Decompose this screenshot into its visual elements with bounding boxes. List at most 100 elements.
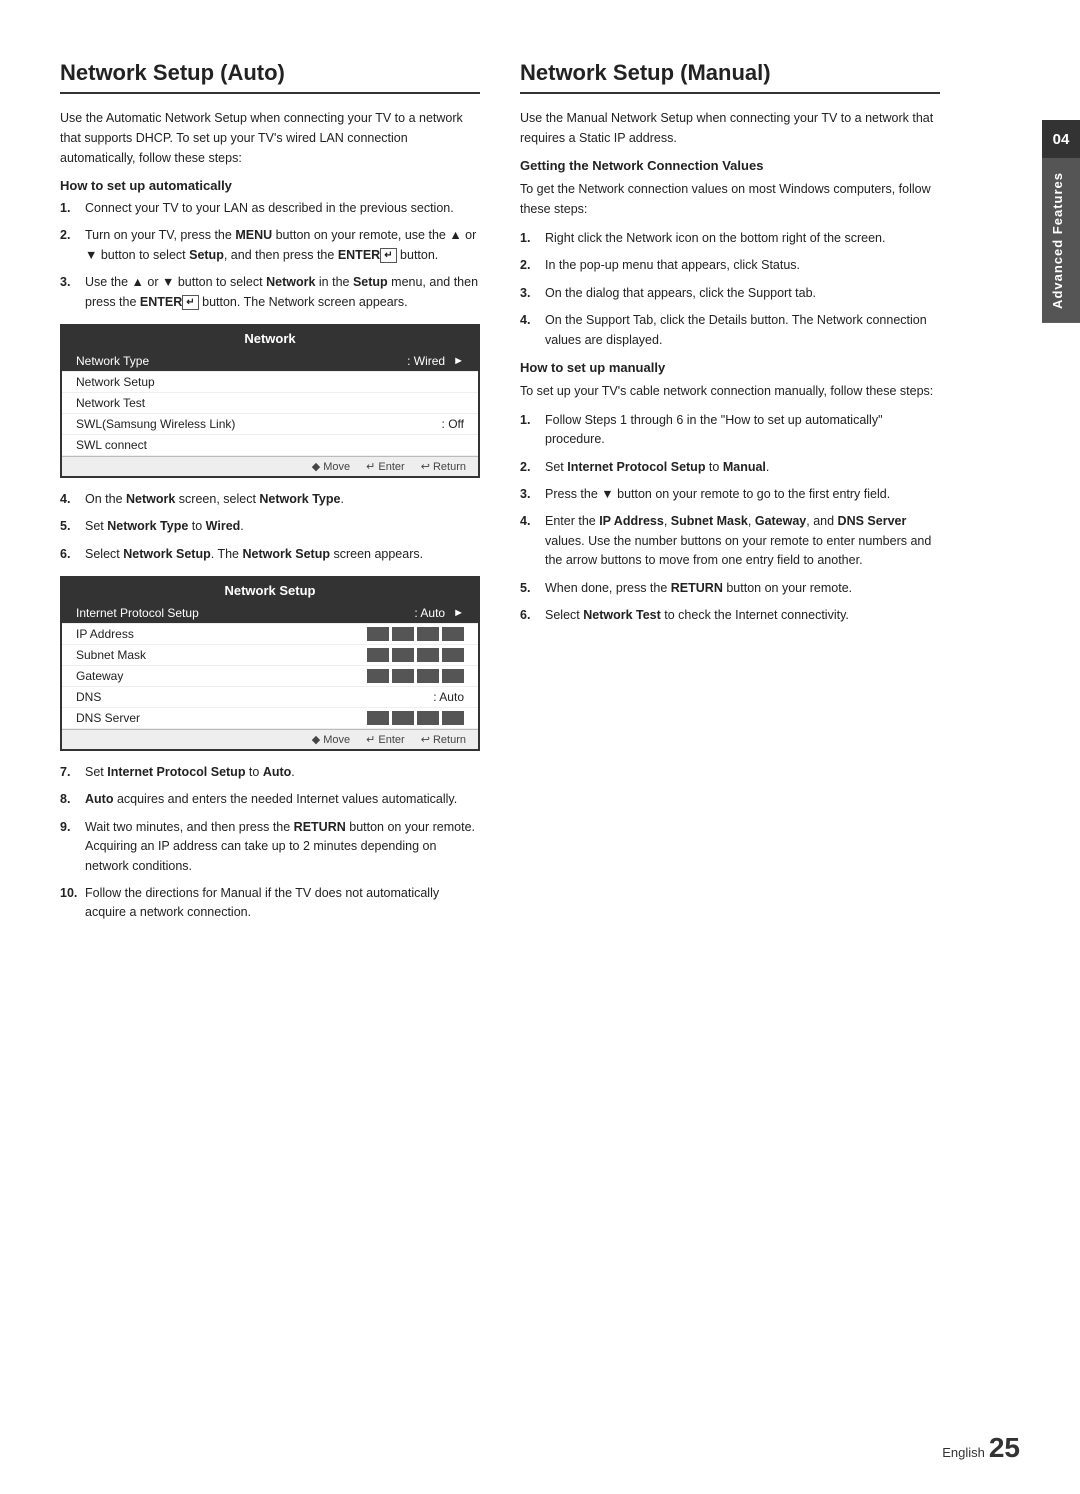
list-item: 3. Press the ▼ button on your remote to … [520, 485, 940, 504]
ip-blocks [367, 627, 464, 641]
steps-after-list: 4. On the Network screen, select Network… [60, 490, 480, 564]
table-row: Network Setup [62, 372, 478, 393]
step-text: On the Support Tab, click the Details bu… [545, 311, 940, 350]
list-item: 4. On the Network screen, select Network… [60, 490, 480, 509]
page-language: English [942, 1445, 985, 1460]
right-section-intro: Use the Manual Network Setup when connec… [520, 108, 940, 148]
ip-block [442, 669, 464, 683]
ip-block [392, 711, 414, 725]
list-item: 7. Set Internet Protocol Setup to Auto. [60, 763, 480, 782]
page-wrapper: 04 Advanced Features Network Setup (Auto… [0, 0, 1080, 1494]
ip-block [367, 711, 389, 725]
step-text: In the pop-up menu that appears, click S… [545, 256, 940, 275]
table-row: SWL connect [62, 435, 478, 456]
left-section-title: Network Setup (Auto) [60, 60, 480, 94]
ip-block [417, 711, 439, 725]
step-text: Select Network Test to check the Interne… [545, 606, 940, 625]
list-item: 6. Select Network Setup. The Network Set… [60, 545, 480, 564]
step-num: 6. [60, 545, 78, 564]
row-value [367, 627, 464, 641]
manual-steps-list: 1. Follow Steps 1 through 6 in the "How … [520, 411, 940, 625]
list-item: 1. Follow Steps 1 through 6 in the "How … [520, 411, 940, 450]
step-num: 1. [60, 199, 78, 218]
right-section-title: Network Setup (Manual) [520, 60, 940, 94]
step-text: Connect your TV to your LAN as described… [85, 199, 480, 218]
chapter-title: Advanced Features [1042, 158, 1080, 323]
getting-values-steps: 1. Right click the Network icon on the b… [520, 229, 940, 350]
list-item: 4. Enter the IP Address, Subnet Mask, Ga… [520, 512, 940, 570]
network-box: Network Network Type : Wired ► Network S… [60, 324, 480, 478]
table-row: Network Test [62, 393, 478, 414]
row-label: DNS Server [76, 711, 140, 725]
row-label: SWL(Samsung Wireless Link) [76, 417, 235, 431]
arrow-right-icon: ► [453, 355, 464, 367]
table-row: SWL(Samsung Wireless Link) : Off [62, 414, 478, 435]
step-num: 5. [520, 579, 538, 598]
row-label: SWL connect [76, 438, 147, 452]
manual-intro: To set up your TV's cable network connec… [520, 381, 940, 401]
list-item: 2. Turn on your TV, press the MENU butto… [60, 226, 480, 265]
row-label: Gateway [76, 669, 123, 683]
ip-block [442, 648, 464, 662]
left-column: Network Setup (Auto) Use the Automatic N… [60, 60, 480, 1434]
network-box-title: Network [62, 326, 478, 351]
steps-final-list: 7. Set Internet Protocol Setup to Auto. … [60, 763, 480, 923]
step-text: Follow Steps 1 through 6 in the "How to … [545, 411, 940, 450]
step-num: 3. [60, 273, 78, 312]
list-item: 3. On the dialog that appears, click the… [520, 284, 940, 303]
left-section-intro: Use the Automatic Network Setup when con… [60, 108, 480, 168]
table-row: Network Type : Wired ► [62, 351, 478, 372]
list-item: 8. Auto acquires and enters the needed I… [60, 790, 480, 809]
row-value: : Wired ► [407, 354, 464, 368]
row-label: Network Type [76, 354, 149, 368]
step-num: 5. [60, 517, 78, 536]
auto-steps-list: 1. Connect your TV to your LAN as descri… [60, 199, 480, 312]
ip-block [417, 627, 439, 641]
getting-values-title: Getting the Network Connection Values [520, 158, 940, 173]
row-label: Network Test [76, 396, 145, 410]
ip-block [392, 627, 414, 641]
step-text: Right click the Network icon on the bott… [545, 229, 940, 248]
list-item: 1. Connect your TV to your LAN as descri… [60, 199, 480, 218]
step-text: Auto acquires and enters the needed Inte… [85, 790, 480, 809]
list-item: 1. Right click the Network icon on the b… [520, 229, 940, 248]
step-text: Wait two minutes, and then press the RET… [85, 818, 480, 876]
row-value: : Off [442, 417, 464, 431]
list-item: 4. On the Support Tab, click the Details… [520, 311, 940, 350]
ip-block [417, 669, 439, 683]
row-value [367, 648, 464, 662]
main-content: Network Setup (Auto) Use the Automatic N… [0, 0, 1080, 1494]
step-text: Press the ▼ button on your remote to go … [545, 485, 940, 504]
network-box-footer: ◆ Move ↵ Enter ↩ Return [62, 456, 478, 476]
row-label: Network Setup [76, 375, 155, 389]
list-item: 6. Select Network Test to check the Inte… [520, 606, 940, 625]
row-label: Internet Protocol Setup [76, 606, 199, 620]
step-text: On the dialog that appears, click the Su… [545, 284, 940, 303]
footer-return: ↩ Return [421, 733, 466, 746]
list-item: 3. Use the ▲ or ▼ button to select Netwo… [60, 273, 480, 312]
table-row: Subnet Mask [62, 645, 478, 666]
list-item: 2. Set Internet Protocol Setup to Manual… [520, 458, 940, 477]
ip-blocks [367, 669, 464, 683]
step-text: Follow the directions for Manual if the … [85, 884, 480, 923]
step-num: 10. [60, 884, 78, 923]
step-num: 3. [520, 485, 538, 504]
manual-subsection-title: How to set up manually [520, 360, 940, 375]
step-text: On the Network screen, select Network Ty… [85, 490, 480, 509]
step-text: Enter the IP Address, Subnet Mask, Gatew… [545, 512, 940, 570]
row-label: Subnet Mask [76, 648, 146, 662]
table-row: Internet Protocol Setup : Auto ► [62, 603, 478, 624]
step-num: 4. [520, 311, 538, 350]
step-num: 9. [60, 818, 78, 876]
ip-block [442, 627, 464, 641]
list-item: 10. Follow the directions for Manual if … [60, 884, 480, 923]
row-value: : Auto [433, 690, 464, 704]
ip-blocks [367, 648, 464, 662]
getting-values-intro: To get the Network connection values on … [520, 179, 940, 219]
list-item: 5. Set Network Type to Wired. [60, 517, 480, 536]
step-text: Select Network Setup. The Network Setup … [85, 545, 480, 564]
table-row: DNS : Auto [62, 687, 478, 708]
table-row: IP Address [62, 624, 478, 645]
step-num: 3. [520, 284, 538, 303]
footer-return: ↩ Return [421, 460, 466, 473]
